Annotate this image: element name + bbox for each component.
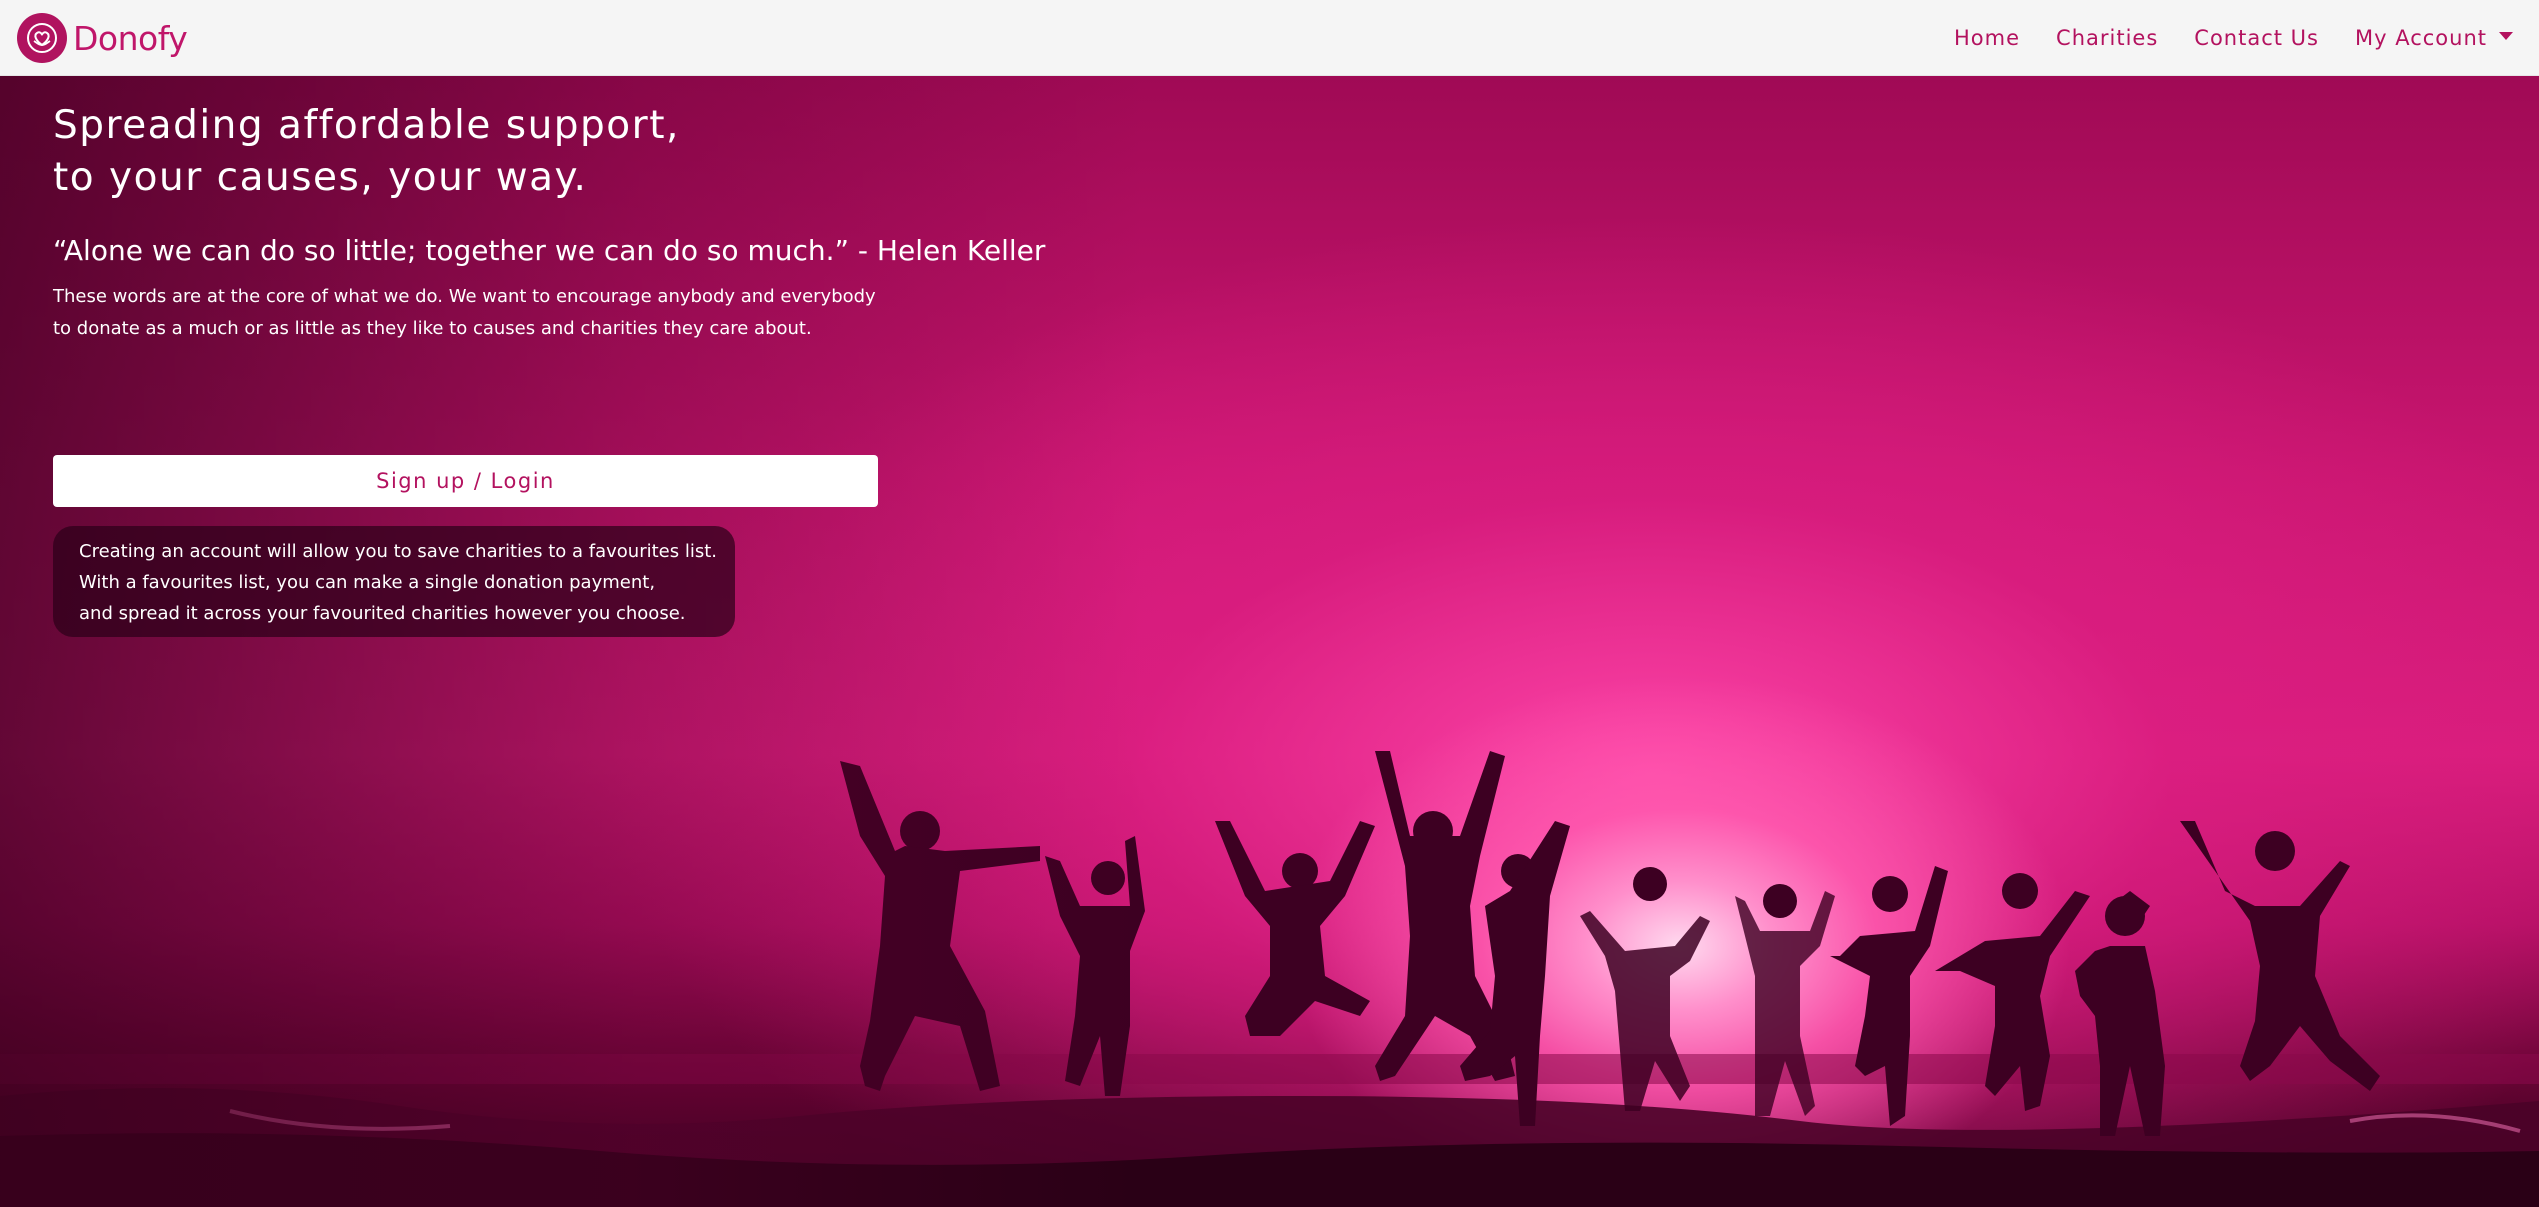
top-navbar: Donofy Home Charities Contact Us My Acco… — [0, 0, 2539, 76]
hero-description: These words are at the core of what we d… — [53, 281, 953, 345]
nav-my-account-dropdown[interactable]: My Account — [2355, 26, 2513, 50]
info-line-3: and spread it across your favourited cha… — [79, 603, 686, 624]
hero-headline-line-1: Spreading affordable support, — [53, 103, 680, 148]
caret-down-icon — [2499, 32, 2513, 40]
nav-my-account-label: My Account — [2354, 26, 2487, 50]
hero-content: Spreading affordable support, to your ca… — [53, 100, 1053, 345]
hero-description-line-1: These words are at the core of what we d… — [53, 286, 876, 307]
brand-link[interactable]: Donofy — [17, 13, 188, 63]
signup-login-button[interactable]: Sign up / Login — [53, 455, 878, 507]
hero-section: Spreading affordable support, to your ca… — [0, 76, 2539, 1207]
info-line-1: Creating an account will allow you to sa… — [79, 541, 718, 562]
hero-headline: Spreading affordable support, to your ca… — [53, 100, 953, 204]
nav-links: Home Charities Contact Us My Account — [1918, 0, 2513, 76]
nav-home[interactable]: Home — [1954, 26, 2020, 50]
brand-name: Donofy — [73, 18, 188, 58]
nav-charities[interactable]: Charities — [2056, 26, 2158, 50]
hero-headline-line-2: to your causes, your way. — [53, 155, 588, 200]
heart-hands-icon — [17, 13, 67, 63]
hero-description-line-2: to donate as a much or as little as they… — [53, 318, 812, 339]
info-line-2: With a favourites list, you can make a s… — [79, 572, 656, 593]
hero-quote: “Alone we can do so little; together we … — [53, 234, 1046, 267]
account-info-box: Creating an account will allow you to sa… — [53, 526, 735, 637]
nav-contact-us[interactable]: Contact Us — [2194, 26, 2319, 50]
